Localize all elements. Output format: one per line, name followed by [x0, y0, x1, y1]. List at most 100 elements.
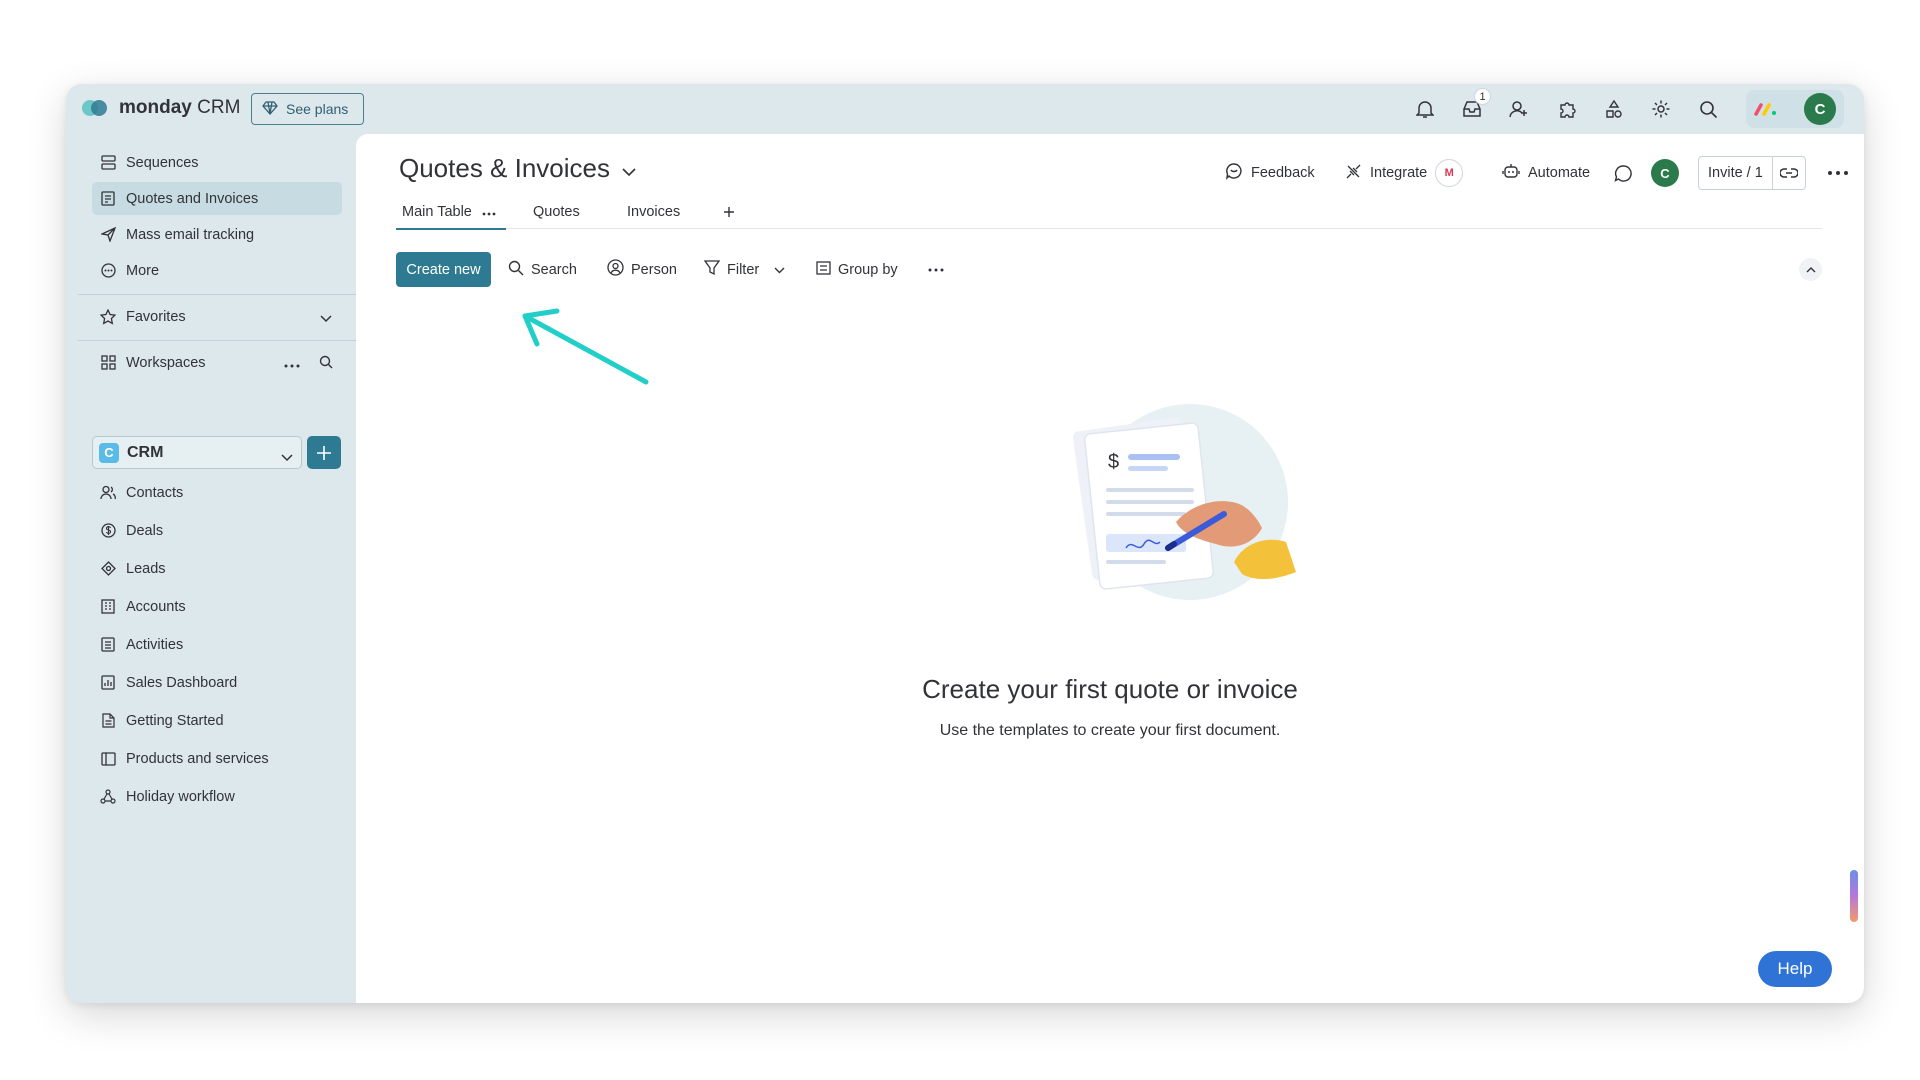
- tab-label: Invoices: [627, 204, 681, 220]
- integrate-plug-icon: [1345, 163, 1362, 184]
- inbox-icon[interactable]: 1: [1460, 88, 1491, 121]
- chevron-down-icon: [622, 153, 636, 184]
- dashboard-icon: [100, 675, 116, 691]
- inbox-count-badge: 1: [1474, 88, 1491, 105]
- tab-options-icon[interactable]: [482, 204, 496, 220]
- invite-member-icon[interactable]: [1507, 97, 1531, 121]
- filter-button[interactable]: Filter: [703, 252, 785, 287]
- sidebar-item-label: Deals: [126, 522, 164, 539]
- tab-quotes[interactable]: Quotes: [533, 196, 580, 228]
- sidebar-item-holiday-workflow[interactable]: Holiday workflow: [92, 780, 342, 813]
- sequences-icon: [100, 155, 116, 171]
- sidebar-item-contacts[interactable]: Contacts: [92, 476, 342, 509]
- gmail-integration-icon: M: [1435, 159, 1464, 187]
- tutorial-arrow-annotation: [522, 308, 649, 385]
- search-button[interactable]: Search: [508, 252, 577, 287]
- doc-icon: [100, 713, 116, 729]
- workspace-name: CRM: [127, 443, 164, 461]
- create-new-button[interactable]: Create new: [396, 252, 491, 287]
- sidebar-item-leads[interactable]: Leads: [92, 552, 342, 585]
- plus-icon: [724, 207, 734, 217]
- member-avatar: C: [1651, 159, 1679, 187]
- invite-group: Invite / 1: [1698, 156, 1806, 190]
- notifications-bell-icon[interactable]: [1413, 97, 1437, 121]
- sidebar-item-more[interactable]: More: [92, 254, 342, 287]
- see-plans-label: See plans: [286, 101, 349, 117]
- invite-button[interactable]: Invite / 1: [1699, 157, 1773, 189]
- board-member-avatar[interactable]: C: [1651, 156, 1679, 190]
- brand-name: monday CRM: [119, 97, 241, 118]
- sidebar-item-label: Leads: [126, 560, 166, 577]
- sidebar-item-getting-started[interactable]: Getting Started: [92, 704, 342, 737]
- copy-link-icon[interactable]: [1773, 157, 1805, 189]
- workspace-selector[interactable]: C CRM: [92, 436, 302, 469]
- workspaces-search-icon[interactable]: [319, 355, 333, 373]
- board-header-actions: Feedback Integrate M Automate C Invite /…: [1224, 156, 1864, 190]
- group-by-button[interactable]: Group by: [816, 252, 898, 287]
- help-button[interactable]: Help: [1758, 951, 1832, 987]
- apps-puzzle-icon[interactable]: [1555, 97, 1579, 121]
- group-by-label: Group by: [838, 261, 898, 278]
- monday-logo[interactable]: monday CRM: [82, 97, 240, 119]
- see-plans-button[interactable]: See plans: [251, 93, 364, 125]
- collapse-header-button[interactable]: [1799, 258, 1822, 281]
- dollar-sign-icon: $: [1108, 451, 1119, 473]
- view-tabs: Main Table Quotes Invoices: [396, 196, 1822, 230]
- sidebar-item-sequences[interactable]: Sequences: [92, 146, 342, 179]
- search-icon: [508, 260, 524, 280]
- add-view-button[interactable]: [723, 196, 735, 228]
- sidebar-item-quotes-and-invoices[interactable]: Quotes and Invoices: [92, 182, 342, 215]
- settings-gear-icon[interactable]: [1649, 97, 1673, 121]
- feedback-label: Feedback: [1251, 165, 1315, 181]
- workspace-avatar: C: [99, 442, 119, 463]
- feedback-button[interactable]: Feedback: [1225, 156, 1315, 190]
- tab-main-table[interactable]: Main Table: [396, 196, 506, 230]
- tab-label: Quotes: [533, 204, 580, 220]
- person-filter-button[interactable]: Person: [607, 252, 677, 287]
- invoice-illustration: $: [1072, 404, 1296, 600]
- sidebar-item-mass-email-tracking[interactable]: Mass email tracking: [92, 218, 342, 251]
- building-icon: [100, 599, 116, 615]
- integrations-icon[interactable]: [1602, 97, 1626, 121]
- chevron-down-icon[interactable]: [774, 262, 785, 278]
- add-item-button[interactable]: [307, 436, 341, 469]
- filter-funnel-icon: [703, 259, 721, 280]
- search-icon[interactable]: [1696, 97, 1720, 121]
- send-icon: [100, 227, 116, 243]
- sidebar-item-activities[interactable]: Activities: [92, 628, 342, 661]
- chevron-up-icon: [1806, 266, 1815, 272]
- workflow-icon: [100, 789, 116, 805]
- board-more-icon[interactable]: [1828, 156, 1848, 190]
- integrate-button[interactable]: Integrate M: [1345, 156, 1464, 190]
- top-bar: monday CRM See plans 1 C: [66, 84, 1864, 134]
- sidebar-item-sales-dashboard[interactable]: Sales Dashboard: [92, 666, 342, 699]
- workspaces-label: Workspaces: [126, 354, 206, 371]
- sidebar-item-accounts[interactable]: Accounts: [92, 590, 342, 623]
- sidebar-item-label: Mass email tracking: [126, 226, 255, 243]
- tab-invoices[interactable]: Invoices: [627, 196, 680, 228]
- target-icon: [100, 561, 116, 577]
- dollar-icon: [100, 523, 116, 539]
- integrate-label: Integrate: [1370, 165, 1428, 181]
- sidebar-item-label: Quotes and Invoices: [126, 190, 259, 207]
- automate-button[interactable]: Automate: [1502, 156, 1590, 190]
- sidebar-item-deals[interactable]: Deals: [92, 514, 342, 547]
- feedback-icon: [1225, 162, 1243, 184]
- tab-label: Main Table: [402, 204, 472, 220]
- robot-icon: [1502, 163, 1520, 183]
- board-title[interactable]: Quotes & Invoices: [399, 153, 636, 184]
- empty-state-subtitle: Use the templates to create your first d…: [939, 722, 1281, 739]
- scroll-indicator[interactable]: [1850, 870, 1858, 922]
- toolbar-more-icon[interactable]: [928, 252, 944, 287]
- sidebar-item-label: Sequences: [126, 154, 199, 171]
- workspaces-more-icon[interactable]: [284, 356, 300, 372]
- account-menu[interactable]: C: [1746, 90, 1844, 128]
- sidebar-favorites[interactable]: Favorites: [92, 300, 342, 333]
- sidebar-item-products-and-services[interactable]: Products and services: [92, 742, 342, 775]
- sidebar-item-label: More: [126, 262, 160, 279]
- person-circle-icon: [607, 259, 624, 280]
- sidebar-item-label: Contacts: [126, 484, 184, 501]
- quotes-icon: [100, 191, 116, 207]
- updates-chat-icon[interactable]: [1614, 156, 1633, 190]
- favorites-label: Favorites: [126, 308, 186, 325]
